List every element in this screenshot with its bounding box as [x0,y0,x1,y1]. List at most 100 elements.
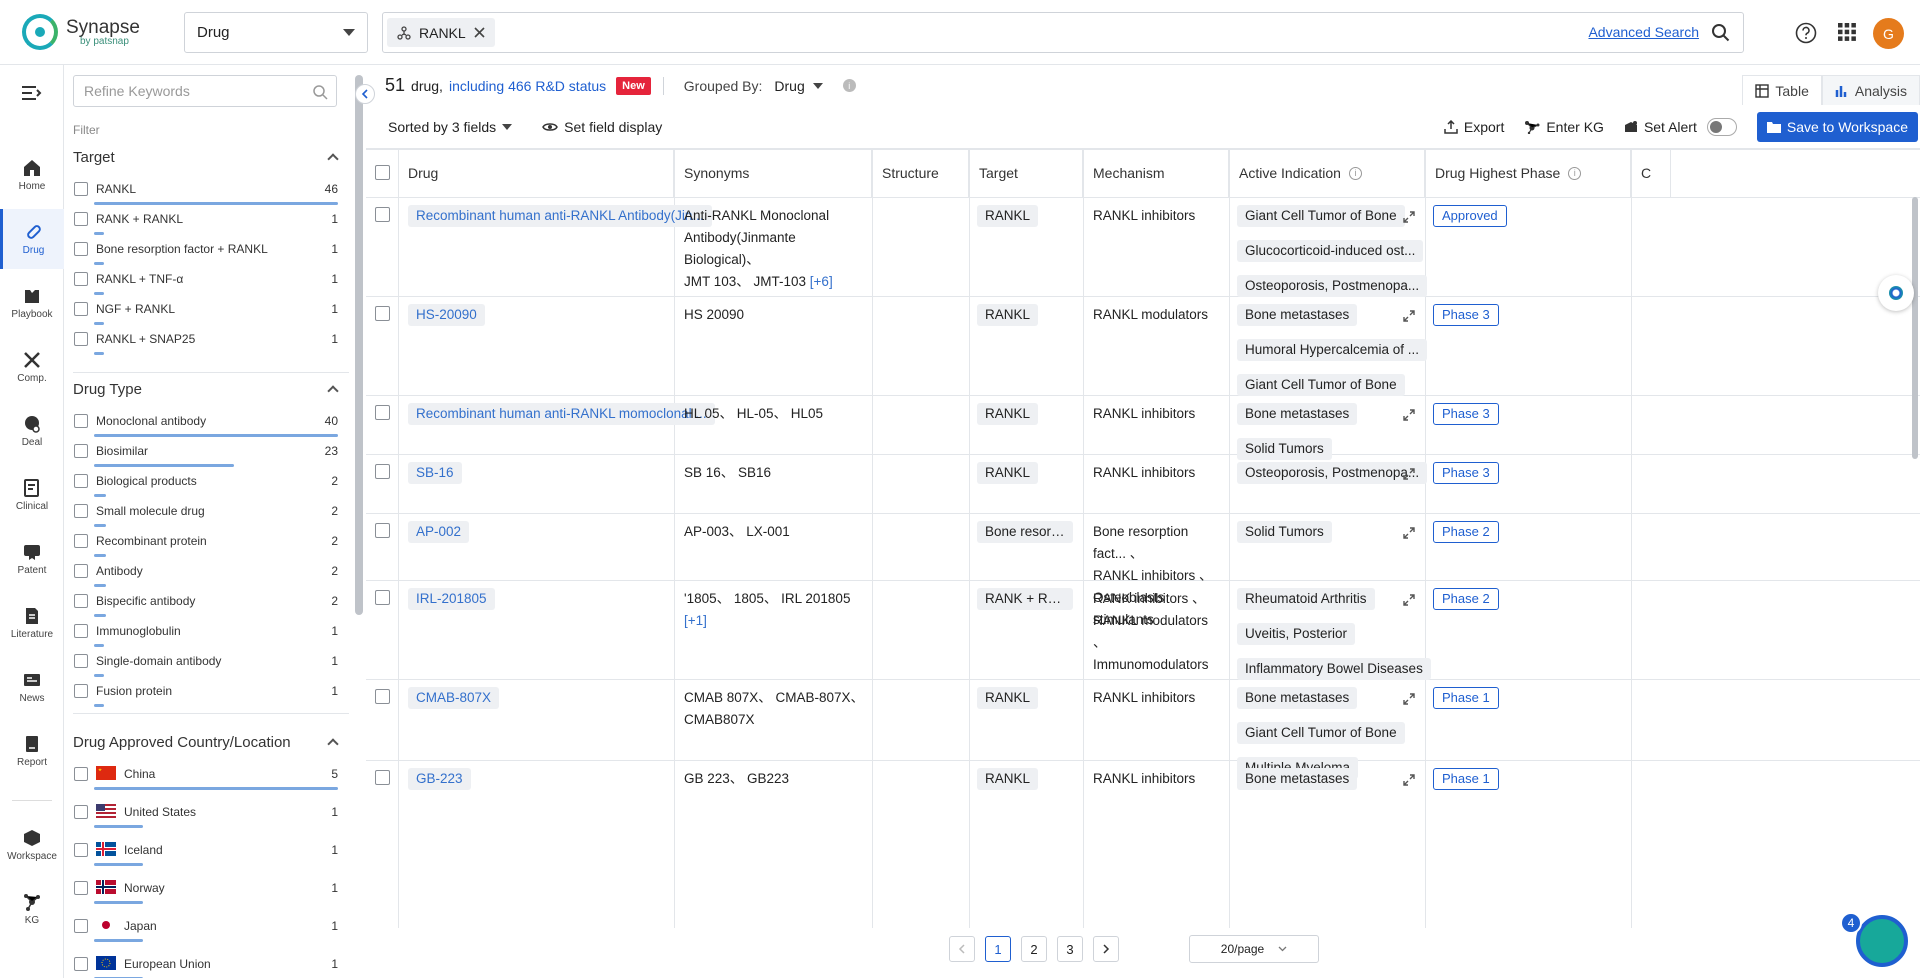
indication-tag[interactable]: Bone metastases [1237,687,1357,709]
search-input[interactable]: RANKL Advanced Search [382,12,1744,53]
phase-badge[interactable]: Phase 3 [1433,403,1499,425]
row-checkbox[interactable] [375,464,390,479]
search-icon[interactable] [1711,23,1731,43]
target-tag[interactable]: RANKL [977,304,1038,326]
indication-tag[interactable]: Humoral Hypercalcemia of ... [1237,339,1427,361]
row-checkbox[interactable] [375,207,390,222]
rd-status-link[interactable]: including 466 R&D status [449,78,606,94]
indication-tag[interactable]: Bone metastases [1237,768,1357,790]
expand-icon[interactable] [1403,310,1415,322]
info-icon[interactable]: i [1349,167,1362,180]
help-icon[interactable] [1795,22,1817,44]
per-page-select[interactable]: 20/page [1189,935,1319,963]
nav-news[interactable]: News [0,657,64,717]
filter-option[interactable]: Iceland1 [74,841,338,871]
checkbox[interactable] [74,654,88,668]
nav-drug[interactable]: Drug [0,209,64,269]
assistant-side-button[interactable] [1878,275,1914,311]
target-tag[interactable]: Bone resorpti... [977,521,1073,543]
drug-link[interactable]: IRL-201805 [408,588,495,610]
chevron-up-icon[interactable] [327,738,338,749]
chevron-up-icon[interactable] [327,385,338,396]
checkbox[interactable] [74,212,88,226]
page-1[interactable]: 1 [985,936,1011,962]
indication-tag[interactable]: Rheumatoid Arthritis [1237,588,1375,610]
column-header[interactable]: Target [969,149,1083,197]
filter-option[interactable]: Bone resorption factor + RANKL1 [74,240,338,270]
filter-scrollbar[interactable] [355,75,363,615]
nav-home[interactable]: Home [0,145,64,205]
indication-tag[interactable]: Uveitis, Posterior [1237,623,1355,645]
search-chip[interactable]: RANKL [387,18,495,47]
checkbox[interactable] [74,242,88,256]
page-3[interactable]: 3 [1057,936,1083,962]
checkbox[interactable] [74,504,88,518]
nav-deal[interactable]: Deal [0,401,64,461]
search-icon[interactable] [312,84,328,100]
checkbox[interactable] [74,332,88,346]
expand-icon[interactable] [1403,409,1415,421]
target-tag[interactable]: RANK + RANKL [977,588,1073,610]
drug-link[interactable]: HS-20090 [408,304,485,326]
checkbox[interactable] [74,843,88,857]
row-checkbox[interactable] [375,405,390,420]
drug-link[interactable]: AP-002 [408,521,469,543]
row-checkbox[interactable] [375,770,390,785]
avatar[interactable]: G [1873,18,1904,49]
phase-badge[interactable]: Phase 1 [1433,687,1499,709]
filter-option[interactable]: Japan1 [74,917,338,947]
checkbox[interactable] [74,302,88,316]
save-to-workspace-button[interactable]: Save to Workspace [1757,112,1918,142]
checkbox[interactable] [74,919,88,933]
checkbox[interactable] [74,957,88,971]
filter-option[interactable]: Bispecific antibody2 [74,592,338,622]
tab-analysis[interactable]: Analysis [1822,75,1920,105]
page-2[interactable]: 2 [1021,936,1047,962]
filter-option[interactable]: China5 [74,765,338,795]
chevron-up-icon[interactable] [327,153,338,164]
filter-option[interactable]: Norway1 [74,879,338,909]
checkbox[interactable] [74,414,88,428]
nav-patent[interactable]: Patent [0,529,64,589]
drug-link[interactable]: Recombinant human anti-RANKL Antibody(Ji… [408,205,712,227]
target-section-header[interactable]: Target [73,149,343,166]
checkbox[interactable] [74,767,88,781]
indication-tag[interactable]: Glucocorticoid-induced ost... [1237,240,1423,262]
checkbox[interactable] [74,564,88,578]
grouped-by-select[interactable]: Drug [774,78,822,94]
indication-tag[interactable]: Bone metastases [1237,304,1357,326]
column-header[interactable]: Structure [872,149,969,197]
filter-option[interactable]: Antibody2 [74,562,338,592]
next-page-button[interactable] [1093,936,1119,962]
row-checkbox[interactable] [375,689,390,704]
synapse-logo[interactable]: Synapse by patsnap [22,14,140,50]
expand-icon[interactable] [1403,774,1415,786]
synonyms-more-link[interactable]: [+1] [684,613,707,628]
row-checkbox[interactable] [375,523,390,538]
nav-kg[interactable]: KG [0,879,64,939]
expand-icon[interactable] [1403,211,1415,223]
vertical-scrollbar[interactable] [1912,197,1918,459]
close-icon[interactable] [474,27,485,38]
filter-option[interactable]: Fusion protein1 [74,682,338,712]
indication-tag[interactable]: Solid Tumors [1237,438,1332,460]
column-header[interactable]: Active Indicationi [1229,149,1425,197]
filter-option[interactable]: RANKL + SNAP251 [74,330,338,360]
filter-option[interactable]: Biological products2 [74,472,338,502]
drug-type-section-header[interactable]: Drug Type [73,381,343,398]
menu-toggle[interactable] [0,65,64,125]
filter-option[interactable]: United States1 [74,803,338,833]
apps-grid-icon[interactable] [1838,23,1856,41]
indication-tag[interactable]: Bone metastases [1237,403,1357,425]
enter-kg-button[interactable]: Enter KG [1524,119,1604,135]
filter-option[interactable]: Biosimilar23 [74,442,338,472]
phase-badge[interactable]: Phase 2 [1433,521,1499,543]
checkbox[interactable] [74,444,88,458]
checkbox[interactable] [74,534,88,548]
filter-option[interactable]: Small molecule drug2 [74,502,338,532]
floating-chat-button[interactable] [1856,915,1908,967]
filter-option[interactable]: Recombinant protein2 [74,532,338,562]
filter-option[interactable]: RANKL + TNF-α1 [74,270,338,300]
checkbox[interactable] [74,272,88,286]
filter-option[interactable]: RANKL46 [74,180,338,210]
